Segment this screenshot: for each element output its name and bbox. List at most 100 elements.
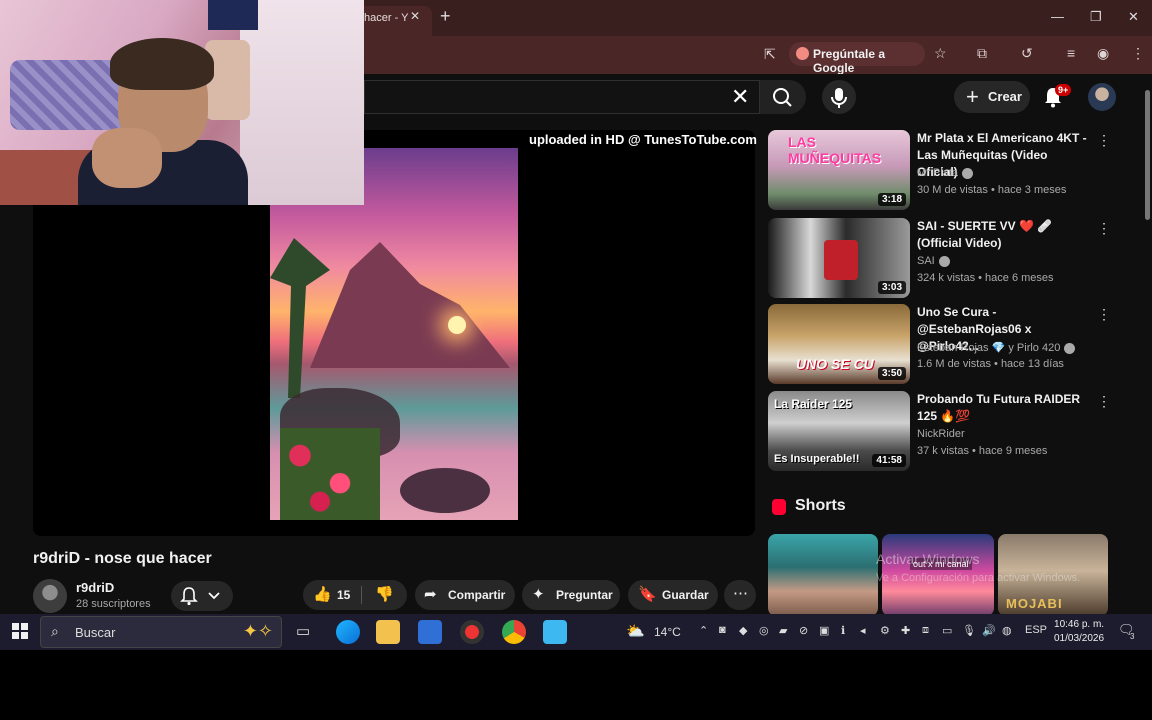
more-vertical-icon[interactable]: ⋮ [1097, 132, 1111, 149]
recommendation-channel: Esteban Rojas 💎 y Pirlo 420 [917, 341, 1076, 354]
edge-icon[interactable] [336, 620, 360, 644]
app-tray-icon[interactable]: ▣ [819, 624, 829, 637]
screen: hacer - Y ✕ + — ❐ ✕ ⇱ Pregúntale a Googl… [0, 0, 1152, 650]
notification-count-badge: 9+ [1055, 84, 1072, 96]
webcam-person-hands [92, 128, 162, 188]
recommendation-thumbnail[interactable]: La Raider 125 Es Insuperable!! 41:58 [768, 391, 910, 471]
clock-time: 10:46 p. m. [1054, 619, 1105, 630]
app-tray-icon[interactable]: ◆ [739, 624, 747, 637]
create-button[interactable]: + Crear [954, 81, 1030, 113]
save-label: Guardar [662, 588, 709, 602]
clear-search-icon[interactable]: ✕ [731, 84, 749, 110]
recommendation-item[interactable]: UNO SE CU 3:50 Uno Se Cura - @EstebanRoj… [768, 304, 1111, 386]
app-tray-icon[interactable]: ◍ [1002, 624, 1012, 637]
weather-temp: 14°C [654, 625, 681, 639]
app-tray-icon[interactable]: ✚ [901, 624, 910, 637]
create-label: Crear [988, 89, 1022, 104]
media-controls-icon[interactable]: ≡ [1067, 45, 1075, 61]
recommendation-thumbnail[interactable]: LAS MUÑEQUITAS 3:18 [768, 130, 910, 210]
app-tray-icon[interactable]: ⧈ [922, 624, 929, 637]
browser-tab[interactable]: hacer - Y [356, 6, 432, 36]
video-duration: 3:03 [877, 281, 906, 294]
more-vertical-icon[interactable]: ⋮ [1097, 220, 1111, 237]
app-tray-icon[interactable]: ⊘ [799, 624, 808, 637]
recommendation-title[interactable]: Probando Tu Futura RAIDER 125 🔥💯 [917, 391, 1089, 425]
ask-button[interactable]: ✦ Preguntar [522, 580, 620, 610]
tray-overflow-icon[interactable]: ⌃ [699, 624, 708, 637]
app-tray-icon[interactable]: ◂ [860, 624, 866, 637]
webcam-wall [240, 0, 364, 205]
chrome-menu-icon[interactable]: ⋮ [1131, 45, 1145, 62]
bookmark-star-icon[interactable]: ☆ [934, 45, 947, 62]
microsoft-store-icon[interactable] [418, 620, 442, 644]
windows-activation-subtitle: Ve a Configuración para activar Windows. [876, 572, 1081, 584]
more-actions-button[interactable]: ⋯ [724, 580, 756, 610]
channel-name[interactable]: r9driD [76, 580, 114, 595]
extensions-icon[interactable]: ⧉ [977, 45, 987, 62]
thumbnail-bottom-text: Es Insuperable!! [774, 453, 860, 465]
subscription-bell-button[interactable] [171, 581, 233, 611]
channel-avatar[interactable] [33, 579, 67, 613]
tab-close-icon[interactable]: ✕ [410, 9, 420, 23]
scrollbar-thumb[interactable] [1145, 90, 1150, 220]
channel-name-text: Esteban Rojas 💎 y Pirlo 420 [917, 342, 1061, 354]
short-thumbnail[interactable] [768, 534, 878, 616]
app-taskbar-icon[interactable] [543, 620, 567, 644]
restore-icon[interactable]: ❐ [1090, 9, 1102, 25]
chrome-taskbar-icon[interactable] [502, 620, 526, 644]
task-view-icon[interactable]: ▭ [296, 622, 310, 640]
video-duration: 3:18 [877, 193, 906, 206]
file-explorer-icon[interactable] [376, 620, 400, 644]
app-tray-icon[interactable]: ◎ [759, 624, 769, 637]
volume-icon[interactable]: 🔊 [982, 624, 996, 637]
more-vertical-icon[interactable]: ⋮ [1097, 306, 1111, 323]
recommendation-meta: 1.6 M de vistas • hace 13 días [917, 358, 1064, 370]
webcam-overlay [0, 0, 364, 205]
recommendation-thumbnail[interactable]: UNO SE CU 3:50 [768, 304, 910, 384]
language-indicator[interactable]: ESP [1025, 624, 1047, 636]
discord-tray-icon[interactable]: ◙ [719, 624, 726, 636]
clock-date: 01/03/2026 [1054, 633, 1105, 644]
steam-tray-icon[interactable]: ⚙ [880, 624, 890, 637]
minimize-icon[interactable]: — [1051, 9, 1064, 24]
taskbar-clock[interactable]: 10:46 p. m. 01/03/2026 [1054, 618, 1104, 646]
recommendation-title[interactable]: SAI - SUERTE VV ❤️ 🩹 (Official Video) [917, 218, 1089, 252]
ask-label: Preguntar [556, 588, 613, 602]
close-window-icon[interactable]: ✕ [1128, 9, 1139, 25]
like-dislike-group: 👍 15 👎 [303, 580, 407, 610]
profile-icon[interactable]: ◉ [1097, 45, 1109, 62]
dislike-icon[interactable]: 👎 [375, 585, 394, 603]
thumbnail-text: La Raider 125 [774, 397, 853, 411]
new-tab-icon[interactable]: + [440, 6, 451, 27]
install-app-icon[interactable]: ⇱ [764, 46, 776, 63]
page-scrollbar[interactable] [1142, 74, 1152, 614]
recorder-app-icon[interactable] [460, 620, 484, 644]
more-vertical-icon[interactable]: ⋮ [1097, 393, 1111, 410]
bookmark-icon: 🔖 [638, 586, 657, 603]
nvidia-tray-icon[interactable]: ▰ [779, 624, 787, 637]
like-icon[interactable]: 👍 [313, 585, 332, 603]
windows-start-icon[interactable] [12, 623, 28, 639]
video-duration: 3:50 [877, 367, 906, 380]
ask-google-button[interactable]: Pregúntale a Google [789, 42, 925, 75]
taskbar-search-input[interactable]: ⌕ Buscar ✦✧ [40, 616, 282, 648]
google-lens-icon [796, 47, 809, 60]
weather-icon[interactable]: ⛅ [626, 622, 645, 640]
account-avatar[interactable] [1088, 83, 1116, 111]
search-button[interactable] [760, 80, 806, 114]
verified-icon [1064, 342, 1076, 354]
recommendation-item[interactable]: 3:03 SAI - SUERTE VV ❤️ 🩹 (Official Vide… [768, 218, 1111, 300]
voice-search-button[interactable] [822, 80, 856, 114]
microphone-tray-icon[interactable]: 🎙 [962, 624, 976, 637]
search-input[interactable] [364, 80, 760, 114]
history-icon[interactable]: ↺ [1021, 45, 1033, 62]
recommendation-item[interactable]: La Raider 125 Es Insuperable!! 41:58 Pro… [768, 391, 1111, 473]
recommendation-thumbnail[interactable]: 3:03 [768, 218, 910, 298]
save-button[interactable]: 🔖 Guardar [628, 580, 718, 610]
windows-taskbar: ⌕ Buscar ✦✧ ▭ ⛅ 14°C ⌃ ◙ ◆ ◎ ▰ ⊘ ▣ ℹ ◂ ⚙… [0, 614, 1152, 650]
recommendation-item[interactable]: LAS MUÑEQUITAS 3:18 Mr Plata x El Americ… [768, 130, 1111, 212]
art-sun [448, 316, 466, 334]
display-tray-icon[interactable]: ▭ [942, 624, 952, 637]
app-tray-icon[interactable]: ℹ [841, 624, 845, 637]
share-button[interactable]: ➦ Compartir [415, 580, 515, 610]
